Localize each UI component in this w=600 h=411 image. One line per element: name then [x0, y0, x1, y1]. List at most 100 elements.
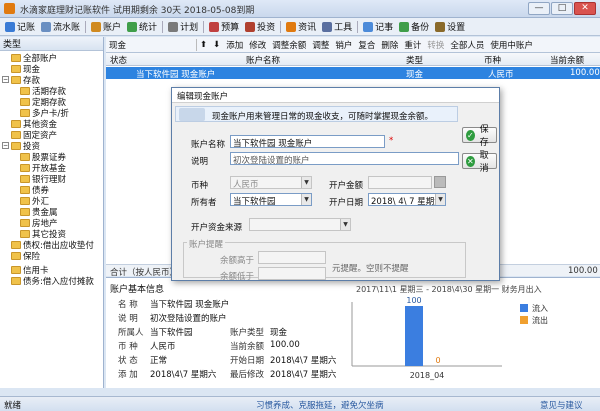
tree-item[interactable]: 股票证券 — [20, 151, 66, 163]
owner-select[interactable]: 当下软件园 ▼ — [230, 193, 312, 206]
above-label: 余额高于 — [220, 256, 255, 266]
toolbar-item[interactable]: 添加 — [223, 39, 246, 51]
menu-settings[interactable]: 设置 — [432, 19, 468, 35]
menu-label: 账户 — [103, 23, 122, 33]
backup-icon — [399, 21, 410, 32]
tree-item[interactable]: 开放基金 — [20, 162, 66, 174]
description-input[interactable]: 初次登陆设置的账户 — [230, 152, 459, 165]
toolbar-item[interactable]: 销户 — [332, 39, 355, 51]
info-tab[interactable]: 账户基本信息 — [110, 282, 164, 295]
tree-item[interactable]: 外汇 — [20, 195, 49, 207]
tree-item[interactable]: − 投资 — [2, 140, 40, 152]
toolbar-item[interactable]: 调整余额 — [269, 39, 309, 51]
calculator-icon[interactable] — [434, 176, 446, 188]
toolbar-item[interactable]: 转换 — [424, 39, 447, 51]
cell-type: 现金 — [406, 70, 424, 80]
toolbar-item[interactable]: 重计 — [401, 39, 424, 51]
info-value: 当下软件园 现金账户 — [150, 300, 230, 310]
folder-icon — [11, 141, 21, 150]
tree-item[interactable]: 固定资产 — [11, 129, 57, 141]
table-row[interactable]: 当下软件园 现金账户 现金 人民币 100.00 — [106, 67, 600, 80]
feedback-link[interactable]: 意见与建议 — [540, 399, 583, 411]
info-field: 名 称 当下软件园 现金账户 — [118, 298, 229, 310]
menu-pen[interactable]: 记账 — [2, 19, 38, 35]
desc-label: 说明 — [191, 157, 209, 167]
close-button[interactable]: ✕ — [574, 2, 596, 15]
tree-item[interactable]: 信用卡 — [11, 264, 49, 276]
tree-item[interactable]: 债券 — [20, 184, 49, 196]
hand-icon — [179, 108, 205, 121]
tree-item[interactable]: − 存款 — [2, 74, 40, 86]
tree-item[interactable]: 贵金属 — [20, 206, 58, 218]
legend-swatch — [520, 316, 528, 324]
toolbar-item[interactable]: 调整 — [309, 39, 332, 51]
menu-news[interactable]: 资讯 — [283, 19, 319, 35]
menu-invest[interactable]: 投资 — [242, 19, 278, 35]
col-balance[interactable]: 当前余额 — [550, 54, 584, 66]
tree-item[interactable]: 其它投资 — [20, 228, 66, 240]
account-icon — [91, 21, 102, 32]
tree-item[interactable]: 债权:借出应收垫付 — [11, 239, 94, 251]
tree-item[interactable]: 保险 — [11, 250, 40, 262]
folder-icon — [11, 265, 21, 274]
menu-plan[interactable]: 计划 — [165, 19, 201, 35]
info-field: 当前余额 100.00 — [230, 340, 300, 352]
collapse-icon[interactable]: − — [2, 76, 9, 83]
folder-icon — [20, 108, 30, 117]
col-name[interactable]: 账户名称 — [246, 54, 280, 66]
bar-label: 100 — [406, 296, 421, 305]
col-status[interactable]: 状态 — [110, 54, 127, 66]
move-down-icon[interactable]: ⬇ — [210, 40, 223, 50]
bar-label: 0 — [435, 356, 440, 365]
account-toolbar: 现金 ⬆ ⬇ 添加 修改 调整余额 调整 销户 复合 删除 重计 转换 全部人员 使用中账户 — [106, 37, 600, 53]
minimize-button[interactable]: — — [528, 2, 550, 15]
toolbar-item[interactable]: 修改 — [246, 39, 269, 51]
tree-item[interactable]: 银行理财 — [20, 173, 66, 185]
menu-label: 资讯 — [298, 23, 317, 33]
toolbar-item[interactable]: 使用中账户 — [487, 39, 536, 51]
info-field: 说 明 初次登陆设置的账户 — [118, 312, 227, 324]
save-button[interactable]: ✓ 保 存 — [462, 125, 497, 148]
move-up-icon[interactable]: ⬆ — [197, 40, 210, 50]
currency-select[interactable]: 人民币 ▼ — [230, 176, 312, 189]
tree-item[interactable]: 全部账户 — [11, 52, 57, 64]
folder-icon — [11, 119, 21, 128]
info-key: 添 加 — [118, 370, 138, 380]
col-currency[interactable]: 币种 — [484, 54, 501, 66]
open-date-picker[interactable]: 2018\ 4\ 7 星期六 ▼ — [368, 193, 446, 206]
menu-backup[interactable]: 备份 — [396, 19, 432, 35]
tree-item[interactable]: 活期存款 — [20, 85, 66, 97]
legend-label: 流入 — [532, 303, 548, 313]
folder-icon — [11, 251, 21, 260]
maximize-button[interactable]: □ — [551, 2, 573, 15]
account-name-input[interactable]: 当下软件园 现金账户 — [230, 135, 385, 148]
status-slogan[interactable]: 习惯养成、克服拖延，避免欠坐病 — [256, 399, 384, 411]
info-key: 所属人 — [118, 328, 144, 338]
collapse-icon[interactable]: − — [2, 142, 9, 149]
tree-item[interactable]: 定期存款 — [20, 96, 66, 108]
col-type[interactable]: 类型 — [406, 54, 423, 66]
balance-below-input[interactable] — [258, 267, 326, 280]
menu-account[interactable]: 账户 — [88, 19, 124, 35]
opening-amount-input[interactable] — [368, 176, 432, 189]
info-field: 所属人 当下软件园 — [118, 326, 193, 338]
menu-list[interactable]: 流水账 — [38, 19, 83, 35]
tree-item[interactable]: 现金 — [11, 63, 40, 75]
menu-chart[interactable]: 统计 — [124, 19, 160, 35]
toolbar-item[interactable]: 复合 — [355, 39, 378, 51]
menu-note[interactable]: 记事 — [360, 19, 396, 35]
cancel-button[interactable]: ✕ 取 消 — [462, 151, 497, 174]
opening-amount-label: 开户金额 — [329, 181, 364, 191]
menu-tool[interactable]: 工具 — [319, 19, 355, 35]
info-field: 账户类型 现金 — [230, 326, 287, 338]
tree-item[interactable]: 房地产 — [20, 217, 58, 229]
tree-item[interactable]: 其他资金 — [11, 118, 57, 130]
toolbar-item[interactable]: 删除 — [378, 39, 401, 51]
info-value: 2018\4\7 星期六 — [150, 370, 217, 380]
balance-above-input[interactable] — [258, 251, 326, 264]
fund-source-select[interactable]: ▼ — [249, 218, 351, 231]
toolbar-item[interactable]: 全部人员 — [447, 39, 487, 51]
tree-item[interactable]: 债务:借入应付摊款 — [11, 275, 94, 287]
menu-budget[interactable]: 预算 — [206, 19, 242, 35]
tree-item[interactable]: 多户卡/折 — [20, 107, 69, 119]
